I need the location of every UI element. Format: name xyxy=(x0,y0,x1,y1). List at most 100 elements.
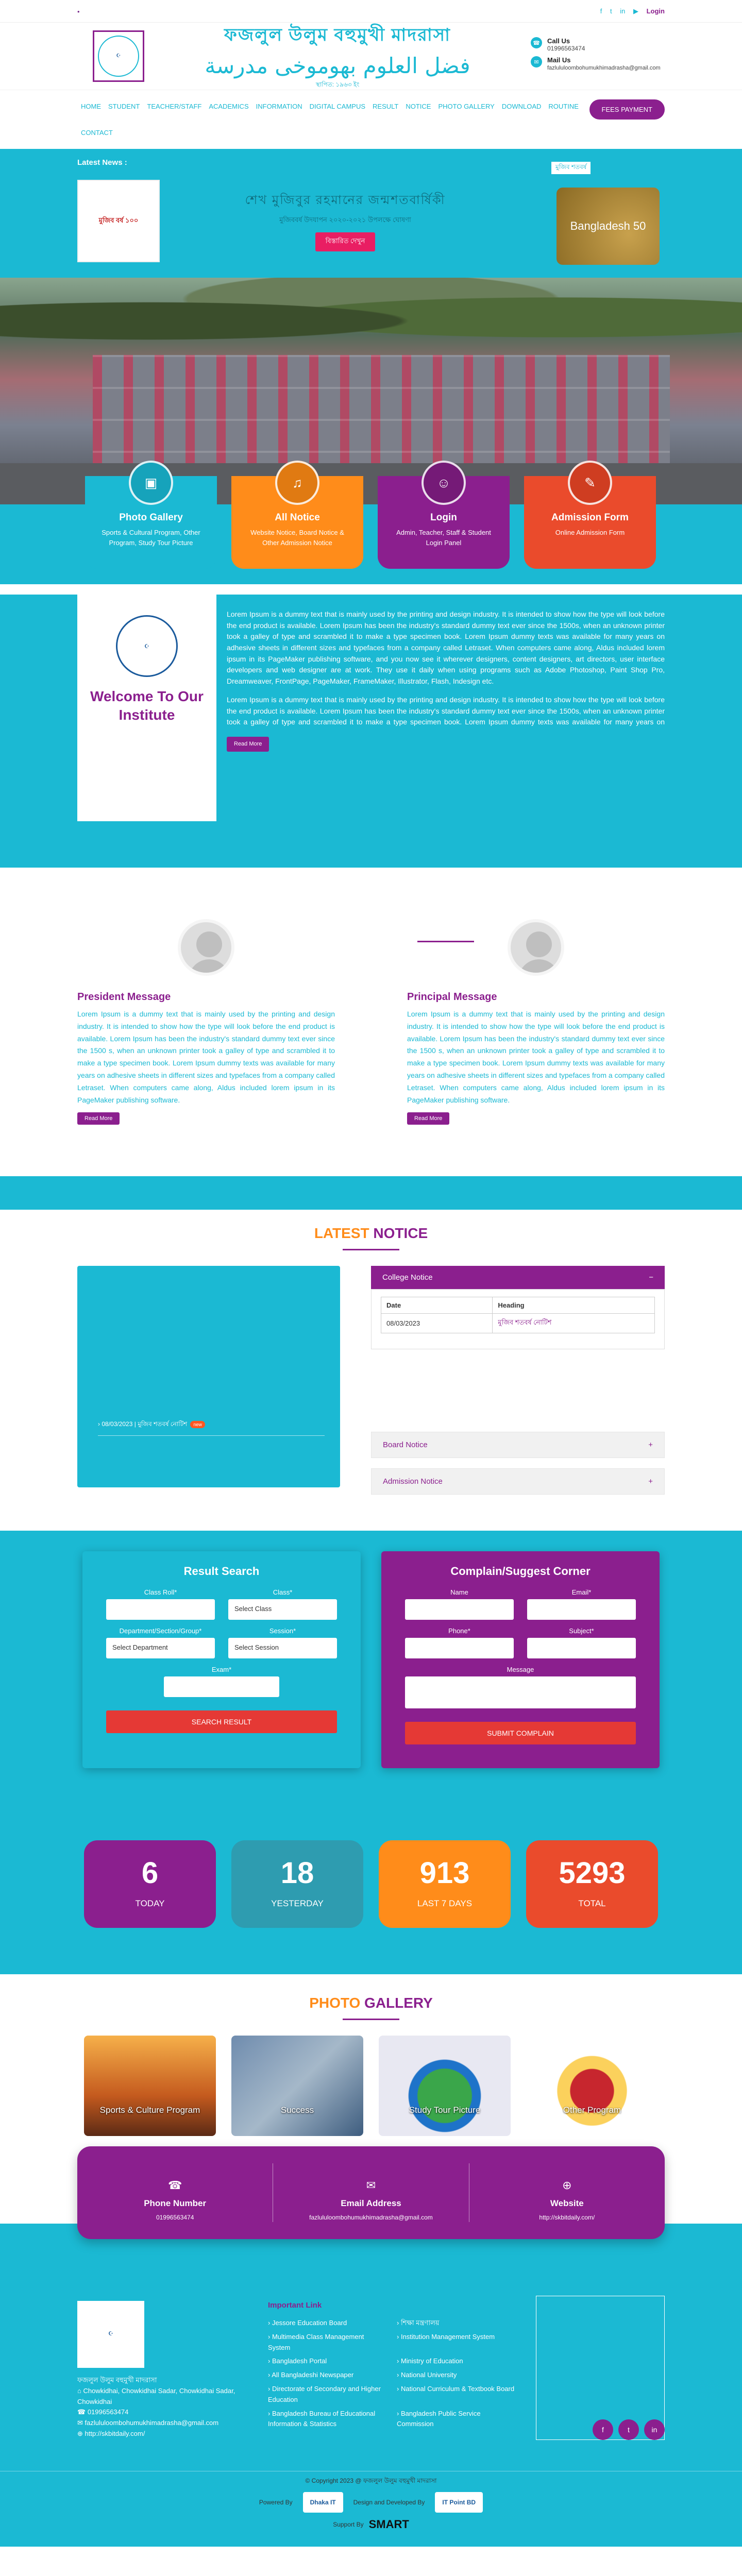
footer-link[interactable]: Bangladesh Public Service Commission xyxy=(397,2409,515,2430)
footer-school-name: ফজলুল উলুম বহুমুখী মাদরাসা xyxy=(77,2376,157,2384)
nav-academics[interactable]: Academics xyxy=(205,99,252,113)
linkedin-icon[interactable]: in xyxy=(644,2419,665,2440)
nav-result[interactable]: Result xyxy=(369,99,402,113)
footer-email: ✉ fazlululoombohumukhimadrasha@gmail.com xyxy=(77,2419,219,2427)
fees-payment-button[interactable]: FEES PAYMENT xyxy=(589,99,665,120)
footer-link[interactable]: Multimedia Class Management System xyxy=(268,2332,386,2353)
twitter-icon[interactable]: t xyxy=(610,7,612,15)
notice-item[interactable]: › 08/03/2023 | মুজিব শতবর্ষ নোটিশ new xyxy=(98,1420,325,1436)
footer-link[interactable]: National University xyxy=(397,2370,515,2381)
feature-desc: Admin, Teacher, Staff & Student Login Pa… xyxy=(396,529,491,547)
news-content: শেখ মুজিবুর রহমানের জন্মশতবার্ষিকী মুজিব… xyxy=(160,191,531,251)
feature-card-all-notice[interactable]: ♫ All Notice Website Notice, Board Notic… xyxy=(231,461,363,569)
gallery-item-success[interactable]: Success xyxy=(231,2036,363,2136)
nav-digital-campus[interactable]: Digital Campus xyxy=(306,99,369,113)
footer-link[interactable]: All Bangladeshi Newspaper xyxy=(268,2370,386,2381)
nav-download[interactable]: Download xyxy=(498,99,545,113)
feature-title: Photo Gallery xyxy=(119,512,183,523)
nav-photo-gallery[interactable]: Photo Gallery xyxy=(434,99,498,113)
mail-icon: ✉ xyxy=(366,2179,376,2192)
footer-link[interactable]: Directorate of Secondary and Higher Educ… xyxy=(268,2384,386,2405)
feature-card-admission-form[interactable]: ✎ Admission Form Online Admission Form xyxy=(524,461,656,569)
news-details-button[interactable]: বিস্তারিত দেখুন xyxy=(315,232,376,251)
main-nav: Home Student Teacher/Staff Academics Inf… xyxy=(0,90,742,149)
contact-email-value[interactable]: fazlululoombohumukhimadrasha@gmail.com xyxy=(309,2214,433,2221)
footer-link[interactable]: Jessore Education Board xyxy=(268,2318,386,2329)
submit-complain-button[interactable]: SUBMIT COMPLAIN xyxy=(405,1722,636,1744)
web-text[interactable]: http://skbitdaily.com/ xyxy=(85,2430,145,2437)
logo-emblem: ☪ xyxy=(98,36,139,77)
gallery-item-study-tour[interactable]: Study Tour Picture xyxy=(379,2036,511,2136)
phone-input[interactable] xyxy=(405,1638,514,1658)
phone-text: 01996563474 xyxy=(87,2408,129,2416)
nav-teacher-staff[interactable]: Teacher/Staff xyxy=(143,99,205,113)
footer-logo: ☪ xyxy=(77,2301,144,2368)
powered-logo-1[interactable]: Dhaka IT xyxy=(302,2492,343,2513)
facebook-icon[interactable]: f xyxy=(600,7,602,15)
department-select[interactable]: Select Department xyxy=(106,1638,215,1658)
footer-link[interactable]: Institution Management System xyxy=(397,2332,515,2353)
notice-item-text: মুজিব শতবর্ষ নোটিশ xyxy=(138,1420,188,1428)
admission-notice-header[interactable]: Admission Notice + xyxy=(371,1468,665,1495)
nav-home[interactable]: Home xyxy=(77,99,105,113)
message-textarea[interactable] xyxy=(405,1676,636,1708)
board-notice-header[interactable]: Board Notice + xyxy=(371,1432,665,1458)
class-roll-input[interactable] xyxy=(106,1599,215,1620)
contact-email: ✉ Email Address fazlululoombohumukhimadras… xyxy=(273,2163,469,2222)
hero-building-floors xyxy=(93,355,670,463)
footer-link[interactable]: Bangladesh Portal xyxy=(268,2356,386,2367)
principal-read-more-button[interactable]: Read More xyxy=(407,1112,450,1125)
president-read-more-button[interactable]: Read More xyxy=(77,1112,120,1125)
gallery-caption: Sports & Culture Program xyxy=(99,2105,200,2115)
gallery-item-sports[interactable]: Sports & Culture Program xyxy=(84,2036,216,2136)
news-image[interactable]: মুজিব বর্ষ ১০০ xyxy=(77,180,160,262)
footer-link[interactable]: Ministry of Education xyxy=(397,2356,515,2367)
nav-routine[interactable]: Routine xyxy=(545,99,582,113)
welcome-read-more-button[interactable]: Read More xyxy=(227,736,269,752)
facebook-icon[interactable]: f xyxy=(593,2419,613,2440)
subject-input[interactable] xyxy=(527,1638,636,1658)
twitter-icon[interactable]: t xyxy=(618,2419,639,2440)
stat-today: 6 TODAY xyxy=(84,1840,216,1928)
smart-logo[interactable]: SMART xyxy=(369,2518,409,2531)
copyright-bar: © Copyright 2023 @ ফজলুল উলুম বহুমুখী মা… xyxy=(0,2471,742,2547)
feature-card-login[interactable]: ☺ Login Admin, Teacher, Staff & Student … xyxy=(378,461,510,569)
exam-select[interactable] xyxy=(164,1676,279,1697)
dept-label: Department/Section/Group* xyxy=(119,1627,202,1635)
name-input[interactable] xyxy=(405,1599,514,1620)
email-input[interactable] xyxy=(527,1599,636,1620)
college-notice-header[interactable]: College Notice − xyxy=(371,1266,665,1289)
footer-link[interactable]: Bangladesh Bureau of Educational Informa… xyxy=(268,2409,386,2430)
nav-information[interactable]: Information xyxy=(252,99,306,113)
class-select[interactable]: Select Class xyxy=(228,1599,337,1620)
table-row[interactable]: 08/03/2023 মুজিব শতবর্ষ নোটিশ xyxy=(380,1313,655,1333)
stat-yesterday: 18 YESTERDAY xyxy=(231,1840,363,1928)
login-link[interactable]: Login xyxy=(647,7,665,15)
footer-link[interactable]: শিক্ষা মন্ত্রণালয় xyxy=(397,2318,515,2329)
search-result-button[interactable]: SEARCH RESULT xyxy=(106,1710,337,1733)
top-bar: • f t in ▶ Login xyxy=(0,0,742,23)
footer-map[interactable] xyxy=(536,2296,665,2440)
avatar xyxy=(178,919,234,976)
mail-icon: ✉ xyxy=(531,56,542,67)
nav-contact[interactable]: Contact xyxy=(77,113,665,140)
feature-card-photo-gallery[interactable]: ▣ Photo Gallery Sports & Cultural Progra… xyxy=(85,461,217,569)
stat-value: 913 xyxy=(419,1856,470,1890)
powered-logo-2[interactable]: IT Point BD xyxy=(435,2492,483,2513)
gallery-item-other[interactable]: Other Program xyxy=(526,2036,658,2136)
expand-icon: + xyxy=(648,1477,653,1486)
board-notice-label: Board Notice xyxy=(383,1440,428,1449)
nav-notice[interactable]: Notice xyxy=(402,99,434,113)
links-title: Important Link xyxy=(268,2301,322,2310)
session-select[interactable]: Select Session xyxy=(228,1638,337,1658)
phone-icon: ☎ xyxy=(531,37,542,48)
footer-link[interactable]: National Curriculum & Textbook Board xyxy=(397,2384,515,2405)
youtube-icon[interactable]: ▶ xyxy=(633,7,638,15)
contact-website-value[interactable]: http://skbitdaily.com/ xyxy=(539,2214,595,2221)
school-logo[interactable]: ☪ xyxy=(93,30,144,82)
stat-total: 5293 TOTAL xyxy=(526,1840,658,1928)
linkedin-icon[interactable]: in xyxy=(620,7,625,15)
contact-phone-value[interactable]: 01996563474 xyxy=(156,2214,194,2221)
nav-student[interactable]: Student xyxy=(105,99,143,113)
brand: ফজলুল উলুম বহুমুখী মাদরাসা فضل العلوم به… xyxy=(144,22,531,91)
